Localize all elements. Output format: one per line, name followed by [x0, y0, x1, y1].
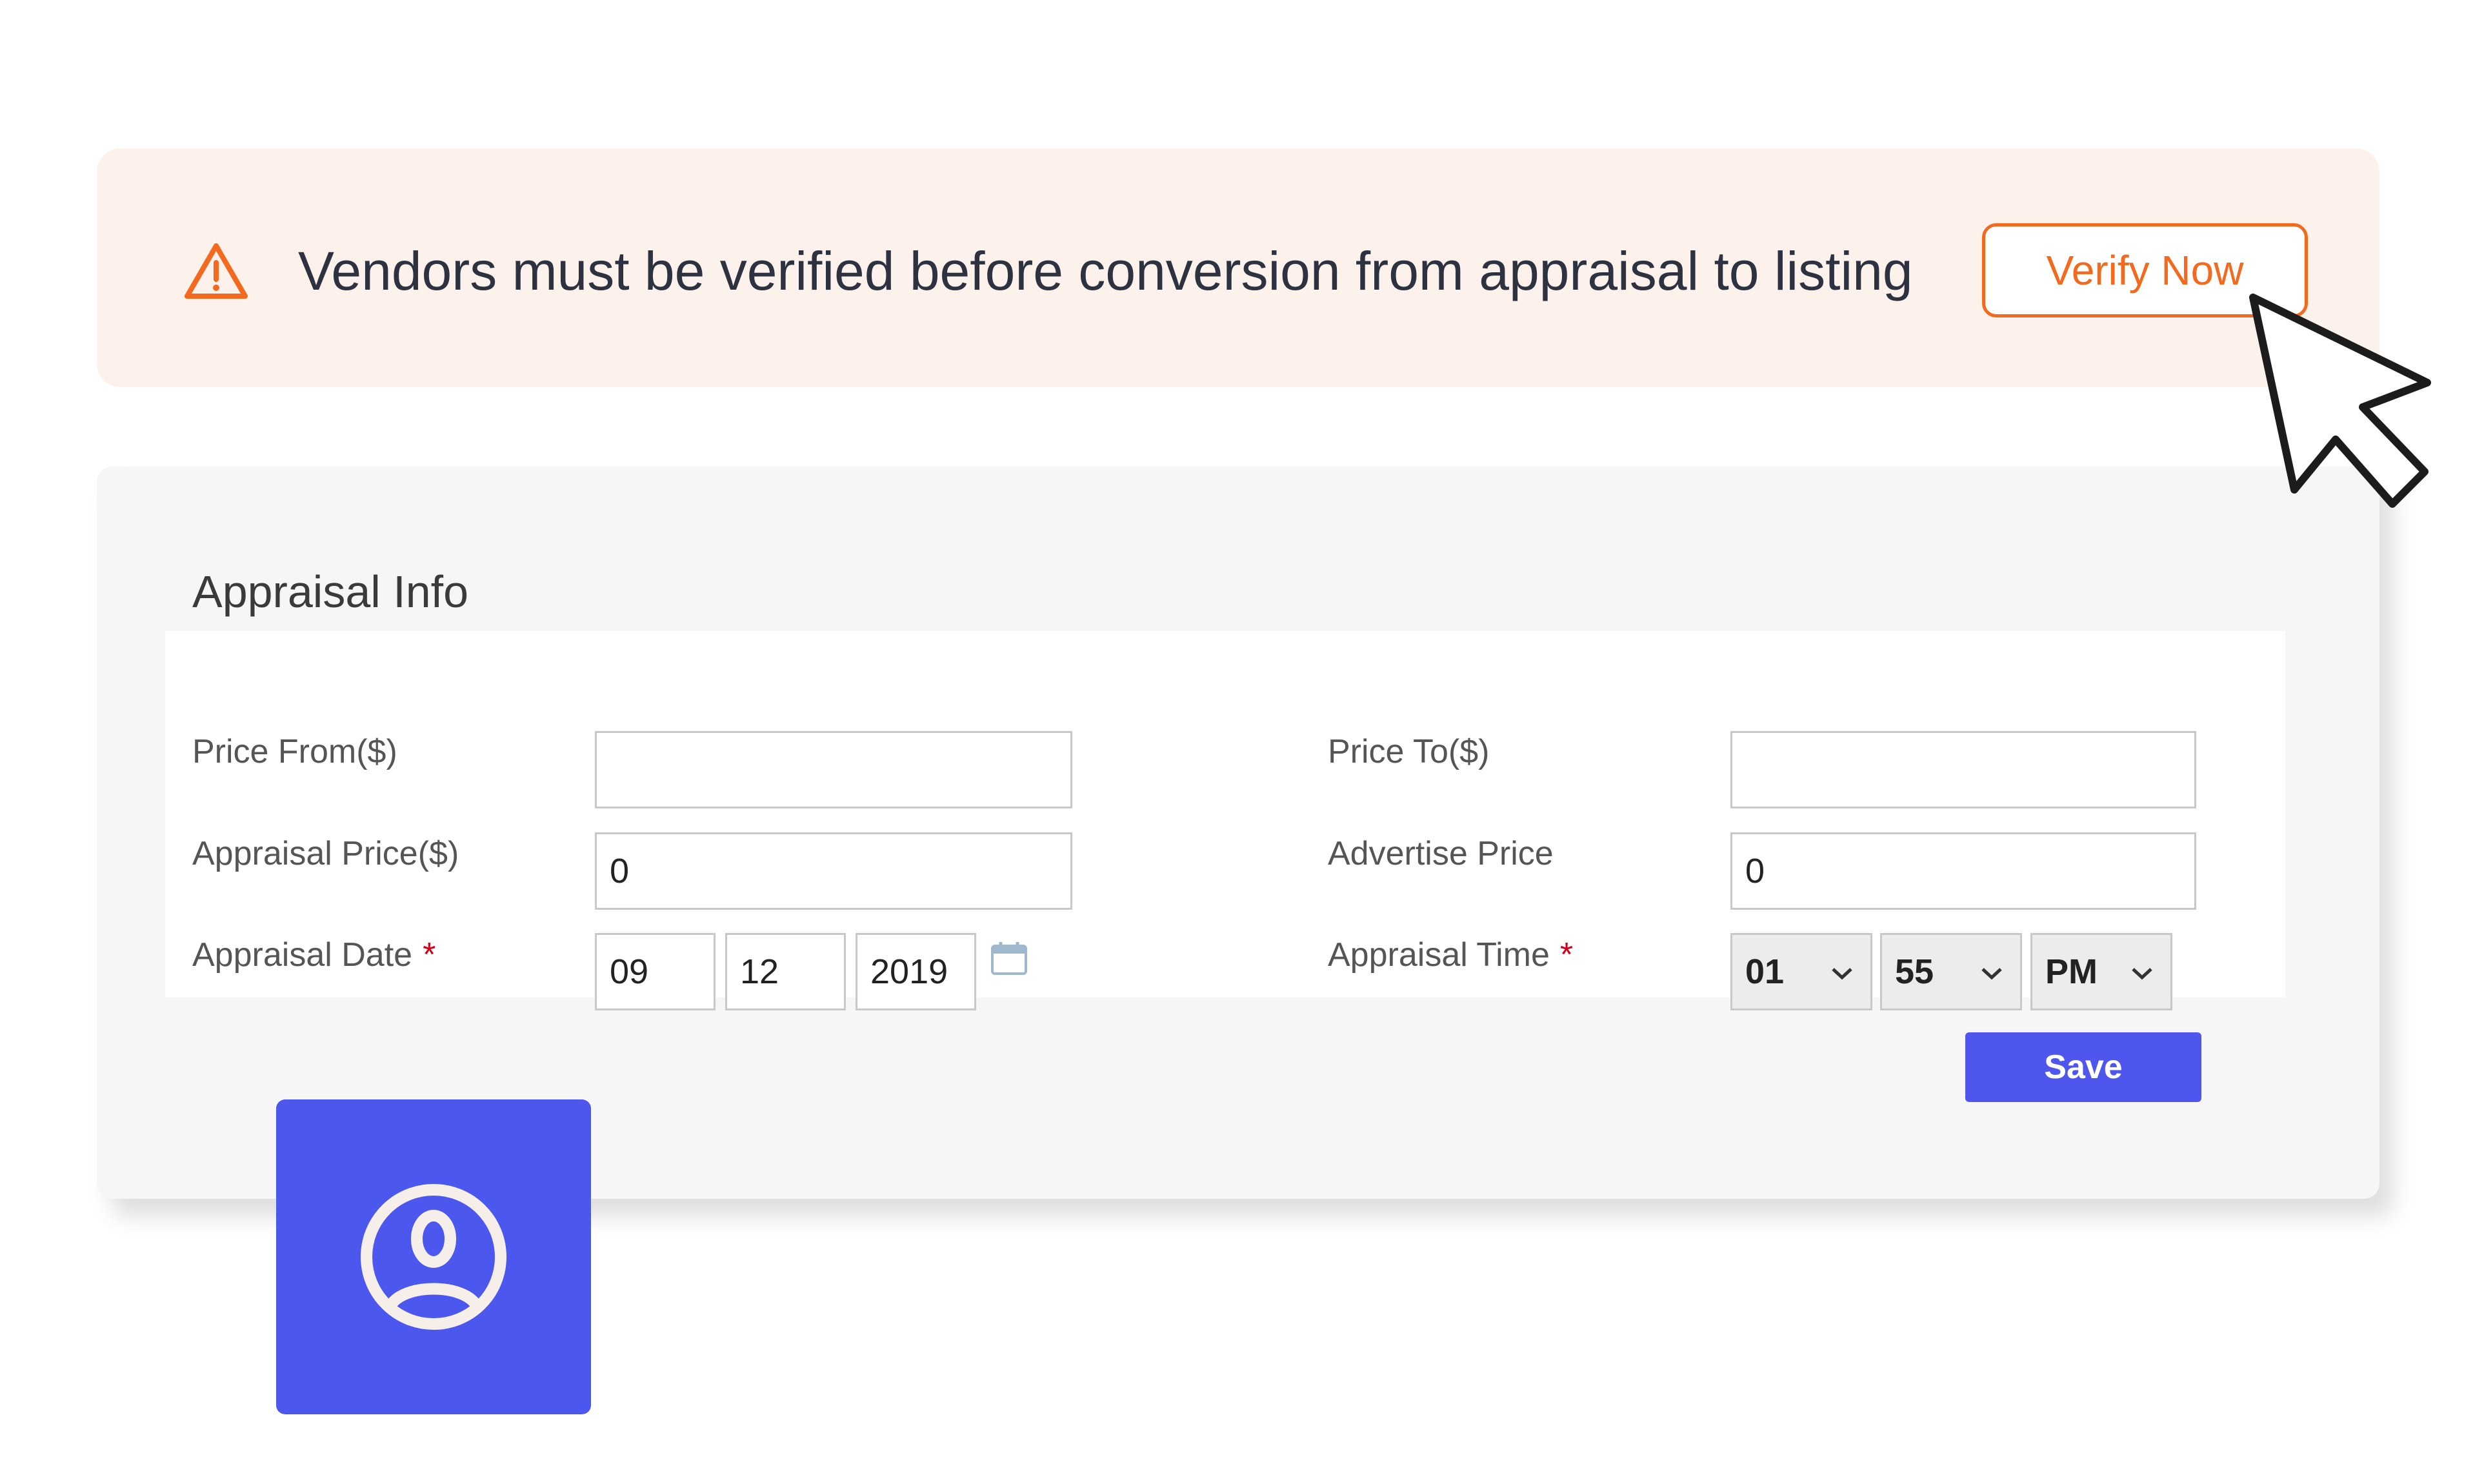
advertise-price-label: Advertise Price: [1328, 835, 1554, 872]
calendar-icon[interactable]: [990, 941, 1028, 976]
user-circle-icon: [361, 1184, 506, 1330]
appraisal-price-label: Appraisal Price($): [192, 835, 459, 872]
price-from-input[interactable]: [595, 731, 1072, 808]
appraisal-date-day-input[interactable]: 12: [725, 933, 846, 1010]
mouse-pointer-icon: [2249, 294, 2431, 508]
chevron-down-icon: [1832, 968, 1852, 980]
required-marker: *: [1559, 936, 1574, 974]
appraisal-time-label: Appraisal Time *: [1328, 932, 1573, 978]
alert-message: Vendors must be verified before conversi…: [298, 241, 1913, 301]
appraisal-date-month-input[interactable]: 09: [595, 933, 716, 1010]
appraisal-period-select[interactable]: PM: [2030, 933, 2172, 1010]
required-marker: *: [423, 936, 436, 974]
chevron-down-icon: [2132, 968, 2152, 980]
warning-triangle-icon: [185, 243, 248, 299]
period-value: PM: [2045, 952, 2098, 991]
price-to-input[interactable]: [1730, 731, 2196, 808]
hour-value: 01: [1745, 952, 1785, 991]
price-to-label: Price To($): [1328, 733, 1490, 770]
appraisal-date-label-text: Appraisal Date: [192, 936, 413, 974]
appraisal-price-input[interactable]: 0: [595, 832, 1072, 910]
section-title: Appraisal Info: [192, 567, 469, 617]
avatar-tile: [276, 1099, 591, 1414]
appraisal-date-year-input[interactable]: 2019: [856, 933, 976, 1010]
price-from-label: Price From($): [192, 733, 397, 770]
save-button[interactable]: Save: [1965, 1032, 2201, 1102]
appraisal-date-label: Appraisal Date *: [192, 932, 436, 978]
appraisal-minute-select[interactable]: 55: [1880, 933, 2022, 1010]
appraisal-hour-select[interactable]: 01: [1730, 933, 1872, 1010]
minute-value: 55: [1895, 952, 1934, 991]
chevron-down-icon: [1981, 968, 2002, 980]
advertise-price-input[interactable]: 0: [1730, 832, 2196, 910]
appraisal-time-label-text: Appraisal Time: [1328, 936, 1550, 974]
